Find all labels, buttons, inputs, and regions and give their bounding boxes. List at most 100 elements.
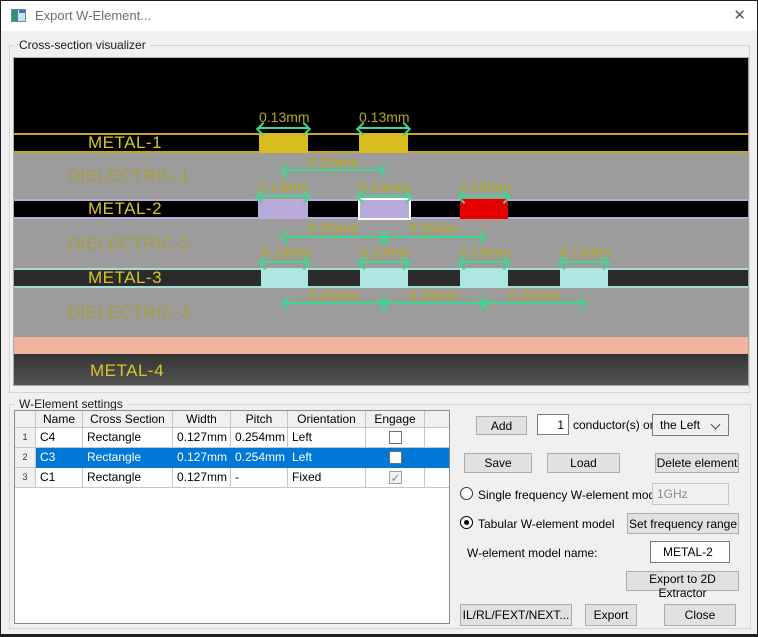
single-frequency-input (652, 483, 729, 505)
cell-pitch: 0.254mm (231, 428, 288, 448)
table-row[interactable]: 1 C4 Rectangle 0.127mm 0.254mm Left (15, 428, 449, 448)
tabular-model-label: Tabular W-element model (478, 517, 615, 531)
cell-orientation: Fixed (288, 468, 366, 488)
dim-width-arrow (560, 261, 608, 263)
cell-name: C1 (36, 468, 83, 488)
cell-filler (425, 468, 449, 488)
close-button[interactable]: Close (664, 604, 736, 626)
col-header-engage[interactable]: Engage (366, 411, 425, 428)
conductor-metal1-2[interactable] (359, 133, 408, 153)
row-number[interactable]: 1 (15, 428, 36, 448)
dim-pitch-arrow (283, 169, 383, 171)
dim-pitch-label: 0.25mm (384, 220, 484, 236)
cross-section-group-label: Cross-section visualizer (15, 38, 150, 52)
dim-width-arrow (359, 127, 408, 129)
table-row[interactable]: 3 C1 Rectangle 0.127mm - Fixed (15, 468, 449, 488)
table-row-selected[interactable]: 2 C3 Rectangle 0.127mm 0.254mm Left (15, 448, 449, 468)
settings-groupbox: W-Element settings Name Cross Section Wi… (9, 404, 751, 629)
dim-width-arrow (259, 127, 308, 129)
dim-width-label: 0.13mm (259, 109, 308, 125)
col-header-width[interactable]: Width (173, 411, 231, 428)
cell-name: C3 (36, 448, 83, 468)
dim-pitch-label: 0.25mm (384, 287, 484, 303)
side-dropdown[interactable]: the Left (652, 414, 729, 436)
cell-width: 0.127mm (173, 448, 231, 468)
cell-width: 0.127mm (173, 428, 231, 448)
save-button[interactable]: Save (464, 453, 532, 473)
col-header-cross-section[interactable]: Cross Section (83, 411, 173, 428)
dim-width-arrow (360, 261, 408, 263)
cell-name: C4 (36, 428, 83, 448)
layer-metal2-label: METAL-2 (88, 199, 162, 219)
cell-orientation: Left (288, 448, 366, 468)
model-name-input[interactable] (650, 541, 730, 563)
set-frequency-range-button[interactable]: Set frequency range (627, 513, 739, 534)
tabular-model-radio[interactable] (460, 516, 473, 529)
layer-substrate (14, 337, 748, 354)
dim-pitch-arrow (283, 236, 384, 238)
dim-pitch-arrow (384, 236, 484, 238)
conductor-metal3-2[interactable] (360, 268, 408, 288)
cell-width: 0.127mm (173, 468, 231, 488)
conductor-metal3-3[interactable] (460, 268, 508, 288)
cell-pitch: - (231, 468, 288, 488)
conductor-metal1-1[interactable] (259, 133, 308, 153)
title-bar: Export W-Element... ✕ (1, 1, 757, 31)
cell-cross-section: Rectangle (83, 448, 173, 468)
layer-dielectric2-label: DIELECTRIC-2 (68, 234, 190, 254)
side-dropdown-value: the Left (660, 418, 700, 432)
dim-width-arrow (261, 261, 308, 263)
cell-engage (366, 428, 425, 448)
conductor-metal3-1[interactable] (261, 268, 308, 288)
dim-pitch-arrow (284, 302, 384, 304)
dim-pitch-label: 0.25mm (284, 287, 384, 303)
cell-cross-section: Rectangle (83, 428, 173, 448)
cell-cross-section: Rectangle (83, 468, 173, 488)
layer-dielectric3-label: DIELECTRIC-3 (68, 303, 190, 323)
dim-pitch-label: 0.25mm (283, 220, 384, 236)
cell-pitch: 0.254mm (231, 448, 288, 468)
conductor-metal3-4[interactable] (560, 268, 608, 288)
layer-metal1-label: METAL-1 (88, 133, 162, 153)
col-header-pitch[interactable]: Pitch (231, 411, 288, 428)
load-button[interactable]: Load (547, 453, 620, 473)
add-button[interactable]: Add (476, 416, 527, 435)
layer-metal4-label: METAL-4 (90, 361, 164, 381)
il-rl-fext-next-button[interactable]: IL/RL/FEXT/NEXT... (460, 604, 572, 626)
conductor-count-input[interactable] (537, 414, 569, 435)
col-header-name[interactable]: Name (36, 411, 83, 428)
single-frequency-label: Single frequency W-element model (478, 488, 665, 502)
export-button[interactable]: Export (585, 604, 637, 626)
dim-width-arrow (460, 195, 508, 197)
window-title: Export W-Element... (35, 8, 151, 23)
conductor-c4[interactable] (258, 199, 308, 219)
dim-width-arrow (460, 261, 508, 263)
dim-width-arrow (258, 195, 308, 197)
conductor-c1-fixed[interactable] (460, 199, 508, 219)
cell-engage (366, 468, 425, 488)
table-header-row: Name Cross Section Width Pitch Orientati… (15, 411, 449, 428)
row-number[interactable]: 3 (15, 468, 36, 488)
cell-filler (425, 448, 449, 468)
cross-section-canvas: METAL-1 DIELECTRIC-1 METAL-2 DIELECTRIC-… (13, 57, 749, 386)
model-name-label: W-element model name: (467, 546, 598, 560)
close-icon[interactable]: ✕ (733, 7, 746, 25)
cell-engage (366, 448, 425, 468)
engage-checkbox[interactable] (389, 451, 402, 464)
conductor-table: Name Cross Section Width Pitch Orientati… (14, 410, 450, 624)
layer-metal4: METAL-4 (14, 354, 748, 386)
chevron-down-icon (711, 420, 721, 430)
col-header-orientation[interactable]: Orientation (288, 411, 366, 428)
export-2d-extractor-button[interactable]: Export to 2D Extractor (626, 571, 739, 591)
delete-element-button[interactable]: Delete element (655, 453, 739, 473)
app-icon (11, 9, 26, 22)
row-number[interactable]: 2 (15, 448, 36, 468)
cross-section-groupbox: Cross-section visualizer METAL-1 DIELECT… (9, 45, 750, 393)
dim-pitch-arrow (384, 302, 484, 304)
engage-checkbox[interactable] (389, 431, 402, 444)
single-frequency-radio[interactable] (460, 487, 473, 500)
layer-dielectric1-label: DIELECTRIC-1 (68, 166, 190, 186)
dim-width-label: 0.13mm (359, 109, 408, 125)
dim-pitch-arrow (484, 302, 584, 304)
settings-group-label: W-Element settings (15, 397, 127, 411)
